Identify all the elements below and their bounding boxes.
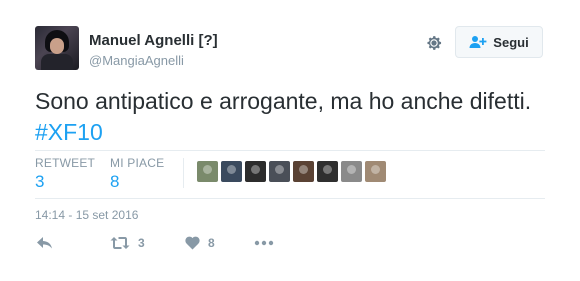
author-display-name[interactable]: Manuel Agnelli [?] (89, 32, 218, 49)
like-button[interactable]: 8 (185, 236, 215, 250)
liker-avatar[interactable] (293, 161, 314, 182)
liker-avatar[interactable] (197, 161, 218, 182)
liker-avatar[interactable] (341, 161, 362, 182)
like-action-count: 8 (208, 236, 215, 250)
liker-avatar[interactable] (245, 161, 266, 182)
likes-label: MI PIACE (110, 156, 165, 170)
tweet-body: Sono antipatico e arrogante, ma ho anche… (35, 88, 532, 114)
follow-button-label: Segui (493, 34, 529, 50)
likes-stat[interactable]: MI PIACE 8 (110, 156, 164, 192)
liker-avatar[interactable] (317, 161, 338, 182)
gear-icon[interactable] (425, 34, 443, 52)
likes-count: 8 (110, 172, 120, 191)
reply-icon (37, 237, 52, 249)
retweet-stat[interactable]: RETWEET 3 (35, 156, 95, 192)
stats-separator (183, 158, 184, 188)
more-icon (254, 240, 274, 246)
add-user-icon (469, 36, 487, 48)
hashtag-link[interactable]: #XF10 (35, 119, 103, 145)
retweet-action-count: 3 (138, 236, 145, 250)
divider (35, 150, 545, 151)
retweet-count: 3 (35, 172, 45, 191)
reply-button[interactable] (36, 236, 53, 250)
more-button[interactable] (254, 236, 274, 250)
avatar[interactable] (35, 26, 79, 70)
liker-avatar[interactable] (365, 161, 386, 182)
author-handle[interactable]: @MangiaAgnelli (89, 53, 184, 68)
retweet-button[interactable]: 3 (110, 236, 145, 250)
liker-avatars (197, 161, 386, 182)
divider (35, 198, 545, 199)
retweet-icon (110, 237, 130, 249)
timestamp[interactable]: 14:14 - 15 set 2016 (35, 208, 138, 222)
liker-avatar[interactable] (221, 161, 242, 182)
follow-button[interactable]: Segui (455, 26, 543, 58)
heart-icon (185, 236, 200, 250)
liker-avatar[interactable] (269, 161, 290, 182)
tweet-text: Sono antipatico e arrogante, ma ho anche… (35, 86, 545, 148)
retweet-label: RETWEET (35, 156, 96, 170)
